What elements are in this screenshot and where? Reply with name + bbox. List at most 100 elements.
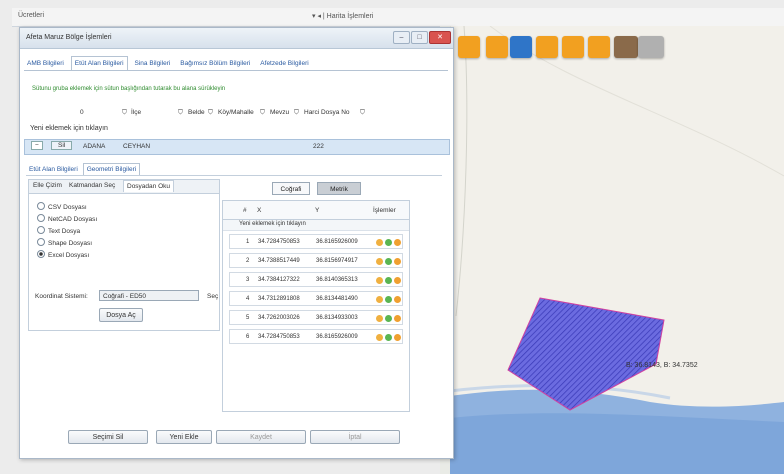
delete-icon[interactable] xyxy=(394,334,401,341)
coord-select-button[interactable]: Seç xyxy=(207,293,218,300)
filter-icon[interactable]: ⛉ xyxy=(294,109,299,117)
cell-index: 5 xyxy=(246,315,250,321)
delete-icon[interactable] xyxy=(394,296,401,303)
pan-icon[interactable] xyxy=(486,36,508,58)
col-index: # xyxy=(243,207,247,214)
cell-x: 34.7384127322 xyxy=(258,277,300,283)
minimize-icon[interactable]: – xyxy=(393,31,410,44)
radio-dot-selected[interactable] xyxy=(37,250,45,258)
radio-dot[interactable] xyxy=(37,202,45,210)
top-bar-map-menu[interactable]: ▾ ◂ | Harita İşlemleri xyxy=(312,12,373,20)
cell-y: 36.8165926009 xyxy=(316,334,358,340)
filter-icon[interactable]: ⛉ xyxy=(360,109,365,117)
edit-icon[interactable] xyxy=(376,334,383,341)
clear-selection-button[interactable]: Seçimi Sil xyxy=(68,430,148,444)
map-coordinate-label: B: 36.8143, B: 34.7352 xyxy=(626,362,698,369)
photo-icon[interactable] xyxy=(614,36,638,58)
clear-icon[interactable] xyxy=(638,36,664,58)
new-coordinate-link[interactable]: Yeni eklemek için tıklayın xyxy=(223,220,409,231)
radio-shape[interactable]: Shape Dosyası xyxy=(37,238,92,247)
new-record-link[interactable]: Yeni eklemek için tıklayın xyxy=(30,125,108,132)
metric-button[interactable]: Metrik xyxy=(317,182,361,195)
radio-label: Excel Dosyası xyxy=(48,252,90,259)
tab-from-layer[interactable]: Katmandan Seç xyxy=(69,182,115,189)
edit-icon[interactable] xyxy=(376,258,383,265)
filter-col-ilce: İlçe xyxy=(131,109,142,116)
add-icon[interactable] xyxy=(385,315,392,322)
row-ilce: CEYHAN xyxy=(123,143,151,150)
radio-text[interactable]: Text Dosya xyxy=(37,226,80,235)
delete-icon[interactable] xyxy=(394,239,401,246)
tab-amb[interactable]: AMB Bilgileri xyxy=(24,57,67,70)
radio-dot[interactable] xyxy=(37,238,45,246)
add-icon[interactable] xyxy=(385,296,392,303)
radio-netcad[interactable]: NetCAD Dosyası xyxy=(37,214,97,223)
edit-icon[interactable] xyxy=(376,315,383,322)
filter-col-mevzu: Mevzu xyxy=(270,109,290,116)
add-new-button[interactable]: Yeni Ekle xyxy=(156,430,212,444)
table-row[interactable]: 1 34.7284750853 36.8165926009 xyxy=(229,234,403,249)
geographic-button[interactable]: Coğrafi xyxy=(272,182,310,195)
cancel-button[interactable]: İptal xyxy=(310,430,400,444)
add-icon[interactable] xyxy=(385,334,392,341)
print-icon[interactable] xyxy=(588,36,610,58)
tab-geometry[interactable]: Geometri Bilgileri xyxy=(82,163,141,175)
filter-icon[interactable]: ⛉ xyxy=(178,109,183,117)
save-button[interactable]: Kaydet xyxy=(216,430,306,444)
close-icon[interactable]: ✕ xyxy=(429,31,451,44)
new-coordinate-label: Yeni eklemek için tıklayın xyxy=(239,221,306,227)
cell-y: 36.8134481490 xyxy=(316,296,358,302)
edit-icon[interactable] xyxy=(376,277,383,284)
tab-victims[interactable]: Afetzede Bilgileri xyxy=(257,57,311,70)
coord-system-select[interactable]: Coğrafi - ED50 xyxy=(99,290,199,301)
filter-icon[interactable]: ⛉ xyxy=(260,109,265,117)
delete-icon[interactable] xyxy=(394,258,401,265)
tab-survey-area[interactable]: Etüt Alan Bilgileri xyxy=(70,56,128,70)
open-file-button[interactable]: Dosya Aç xyxy=(99,308,143,322)
tab-sina[interactable]: Sina Bilgileri xyxy=(132,57,174,70)
collapse-button[interactable]: − xyxy=(31,141,43,150)
tab-from-file[interactable]: Dosyadan Oku xyxy=(123,180,174,192)
table-row[interactable]: 4 34.7312891808 36.8134481490 xyxy=(229,291,403,306)
radio-label: CSV Dosyası xyxy=(48,204,87,211)
edit-icon[interactable] xyxy=(510,36,532,58)
radio-dot[interactable] xyxy=(37,214,45,222)
table-row[interactable]: 3 34.7384127322 36.8140365313 xyxy=(229,272,403,287)
tab-survey-info[interactable]: Etüt Alan Bilgileri xyxy=(26,164,81,175)
radio-excel[interactable]: Excel Dosyası xyxy=(37,250,89,259)
bookmark-icon[interactable] xyxy=(562,36,584,58)
filter-icon[interactable]: ⛉ xyxy=(122,109,127,117)
table-row[interactable]: 2 34.7388517449 36.8156974917 xyxy=(229,253,403,268)
map-view[interactable]: B: 36.8143, B: 34.7352 xyxy=(450,26,784,474)
subtab-divider xyxy=(26,175,442,176)
radio-dot[interactable] xyxy=(37,226,45,234)
dialog-title-bar: Afeta Maruz Bölge İşlemleri – □ ✕ xyxy=(20,28,453,49)
filter-icon[interactable]: ⛉ xyxy=(208,109,213,117)
tab-units[interactable]: Bağımsız Bölüm Bilgileri xyxy=(177,57,253,70)
edit-icon[interactable] xyxy=(376,239,383,246)
dialog-footer: Seçimi Sil Yeni Ekle Kaydet İptal xyxy=(20,430,453,450)
filter-col-dosya: Harci Dosya No xyxy=(304,109,350,116)
group-hint: Sütunu gruba eklemek için sütun başlığın… xyxy=(32,86,226,92)
edit-icon[interactable] xyxy=(376,296,383,303)
add-icon[interactable] xyxy=(385,277,392,284)
coordinate-table: # X Y İşlemler Yeni eklemek için tıklayı… xyxy=(222,200,410,412)
table-row[interactable]: 6 34.7284750853 36.8165926009 xyxy=(229,329,403,344)
tab-manual-draw[interactable]: Elle Çizim xyxy=(33,182,62,189)
add-icon[interactable] xyxy=(385,239,392,246)
delete-icon[interactable] xyxy=(394,277,401,284)
maximize-icon[interactable]: □ xyxy=(411,31,428,44)
region-dialog: Afeta Maruz Bölge İşlemleri – □ ✕ AMB Bi… xyxy=(19,27,454,459)
measure-icon[interactable] xyxy=(536,36,558,58)
cell-y: 36.8156974917 xyxy=(316,258,358,264)
layer-icon[interactable] xyxy=(458,36,480,58)
delete-row-button[interactable]: Sil xyxy=(51,141,73,150)
table-row[interactable]: − Sil ADANA CEYHAN 222 xyxy=(24,139,450,155)
col-y: Y xyxy=(315,207,320,214)
import-panel: Elle Çizim Katmandan Seç Dosyadan Oku CS… xyxy=(28,179,220,331)
radio-csv[interactable]: CSV Dosyası xyxy=(37,202,87,211)
delete-icon[interactable] xyxy=(394,315,401,322)
table-row[interactable]: 5 34.7262003026 36.8134933003 xyxy=(229,310,403,325)
col-x: X xyxy=(257,207,262,214)
add-icon[interactable] xyxy=(385,258,392,265)
